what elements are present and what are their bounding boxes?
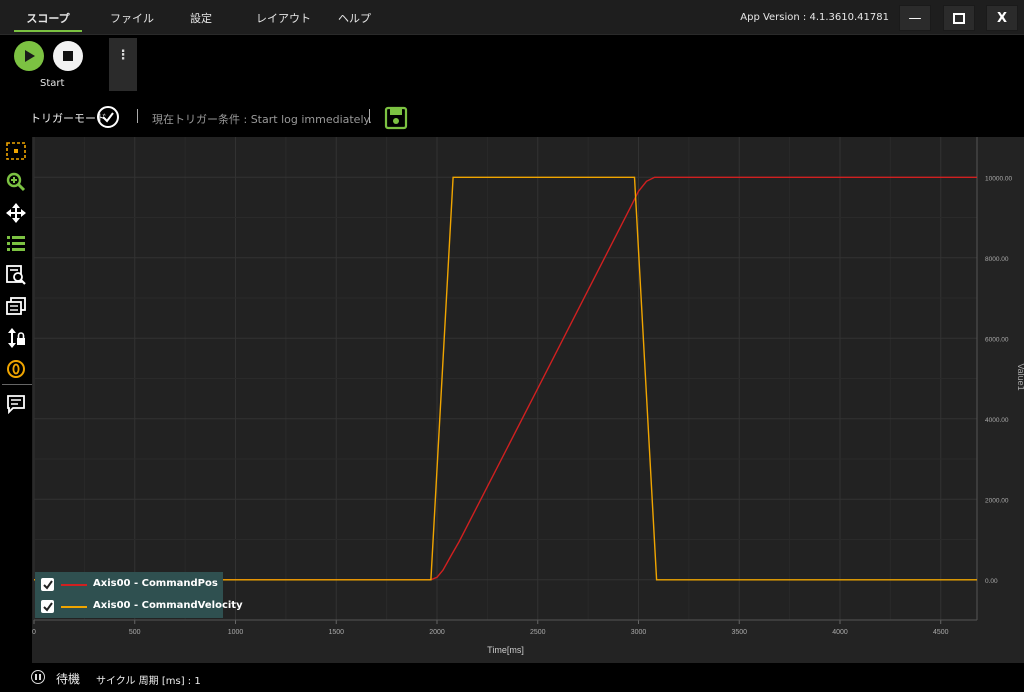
menu-file[interactable]: ファイル bbox=[110, 10, 154, 26]
legend: Axis00 - CommandPos Axis00 - CommandVelo… bbox=[35, 572, 243, 618]
status-text: 待機 bbox=[56, 672, 81, 686]
menu-scope[interactable]: スコープ bbox=[14, 10, 82, 26]
menu-layout[interactable]: レイアウト bbox=[256, 10, 311, 26]
y-tick-label: 10000.00 bbox=[985, 175, 1012, 182]
list-icon[interactable] bbox=[5, 232, 27, 254]
x-tick-label: 2000 bbox=[429, 629, 445, 636]
x-tick-label: 1500 bbox=[328, 629, 344, 636]
x-tick-label: 500 bbox=[129, 629, 141, 636]
legend-item-commandvelocity[interactable]: Axis00 - CommandVelocity bbox=[41, 597, 243, 615]
legend-checkbox[interactable] bbox=[41, 578, 54, 591]
check-icon bbox=[43, 602, 53, 612]
y-tick-label: 2000.00 bbox=[985, 497, 1009, 504]
tool-rail bbox=[0, 137, 32, 663]
pause-icon bbox=[31, 670, 45, 684]
check-circle-icon[interactable] bbox=[96, 105, 120, 129]
y-tick-label: 6000.00 bbox=[985, 336, 1009, 343]
save-icon[interactable] bbox=[384, 106, 408, 130]
comment-icon[interactable] bbox=[5, 393, 27, 415]
x-axis-title: Time[ms] bbox=[487, 645, 524, 655]
zoom-icon[interactable] bbox=[5, 171, 27, 193]
menu-bar: スコープ ファイル 設定 レイアウト ヘルプ App Version : 4.1… bbox=[0, 0, 1024, 35]
gallery-icon[interactable] bbox=[5, 295, 27, 317]
search-data-icon[interactable] bbox=[5, 264, 27, 286]
menu-help[interactable]: ヘルプ bbox=[338, 10, 371, 26]
active-tab-indicator bbox=[14, 30, 82, 32]
maximize-icon bbox=[953, 12, 965, 24]
legend-label: Axis00 - CommandVelocity bbox=[93, 600, 243, 611]
stop-icon bbox=[63, 51, 73, 61]
x-tick-label: 4000 bbox=[832, 629, 848, 636]
legend-label: Axis00 - CommandPos bbox=[93, 578, 218, 589]
status-bar: 待機 サイクル 周期 [ms] : 1 bbox=[0, 663, 1024, 692]
x-tick-label: 1000 bbox=[228, 629, 244, 636]
legend-checkbox[interactable] bbox=[41, 600, 54, 613]
stop-button[interactable] bbox=[53, 41, 83, 71]
start-label: Start bbox=[40, 78, 65, 89]
check-icon bbox=[43, 580, 53, 590]
pan-icon[interactable] bbox=[5, 202, 27, 224]
x-tick-label: 3000 bbox=[631, 629, 647, 636]
play-icon bbox=[25, 50, 35, 62]
y-tick-label: 0.00 bbox=[985, 578, 998, 585]
axis-lock-icon[interactable] bbox=[5, 327, 27, 349]
zero-icon[interactable] bbox=[5, 358, 27, 380]
y-tick-label: 4000.00 bbox=[985, 417, 1009, 424]
trigger-condition: 現在トリガー条件 : Start log immediately. bbox=[152, 113, 372, 126]
more-options-button[interactable]: ⋮ bbox=[109, 38, 137, 91]
fit-view-icon[interactable] bbox=[5, 140, 27, 162]
x-tick-label: 3500 bbox=[731, 629, 747, 636]
trigger-row: トリガーモード 現在トリガー条件 : Start log immediately… bbox=[0, 97, 1024, 137]
legend-item-commandpos[interactable]: Axis00 - CommandPos bbox=[41, 575, 221, 593]
x-tick-label: 0 bbox=[32, 629, 36, 636]
x-tick-label: 2500 bbox=[530, 629, 546, 636]
separator bbox=[369, 109, 370, 123]
x-tick-label: 4500 bbox=[933, 629, 949, 636]
y-axis-title: Value1 bbox=[1016, 363, 1024, 390]
minimize-button[interactable]: — bbox=[899, 5, 931, 31]
maximize-button[interactable] bbox=[943, 5, 975, 31]
cycle-label: サイクル 周期 [ms] : 1 bbox=[96, 676, 201, 687]
menu-settings[interactable]: 設定 bbox=[190, 10, 212, 26]
separator bbox=[137, 109, 138, 123]
app-version: App Version : 4.1.3610.41781 bbox=[740, 12, 889, 23]
toolbar: Start ⋮ bbox=[0, 35, 1024, 97]
y-tick-label: 8000.00 bbox=[985, 256, 1009, 263]
close-button[interactable]: X bbox=[986, 5, 1018, 31]
legend-swatch bbox=[61, 584, 87, 586]
start-button[interactable] bbox=[14, 41, 44, 71]
legend-swatch bbox=[61, 606, 87, 608]
rail-divider bbox=[2, 384, 32, 385]
